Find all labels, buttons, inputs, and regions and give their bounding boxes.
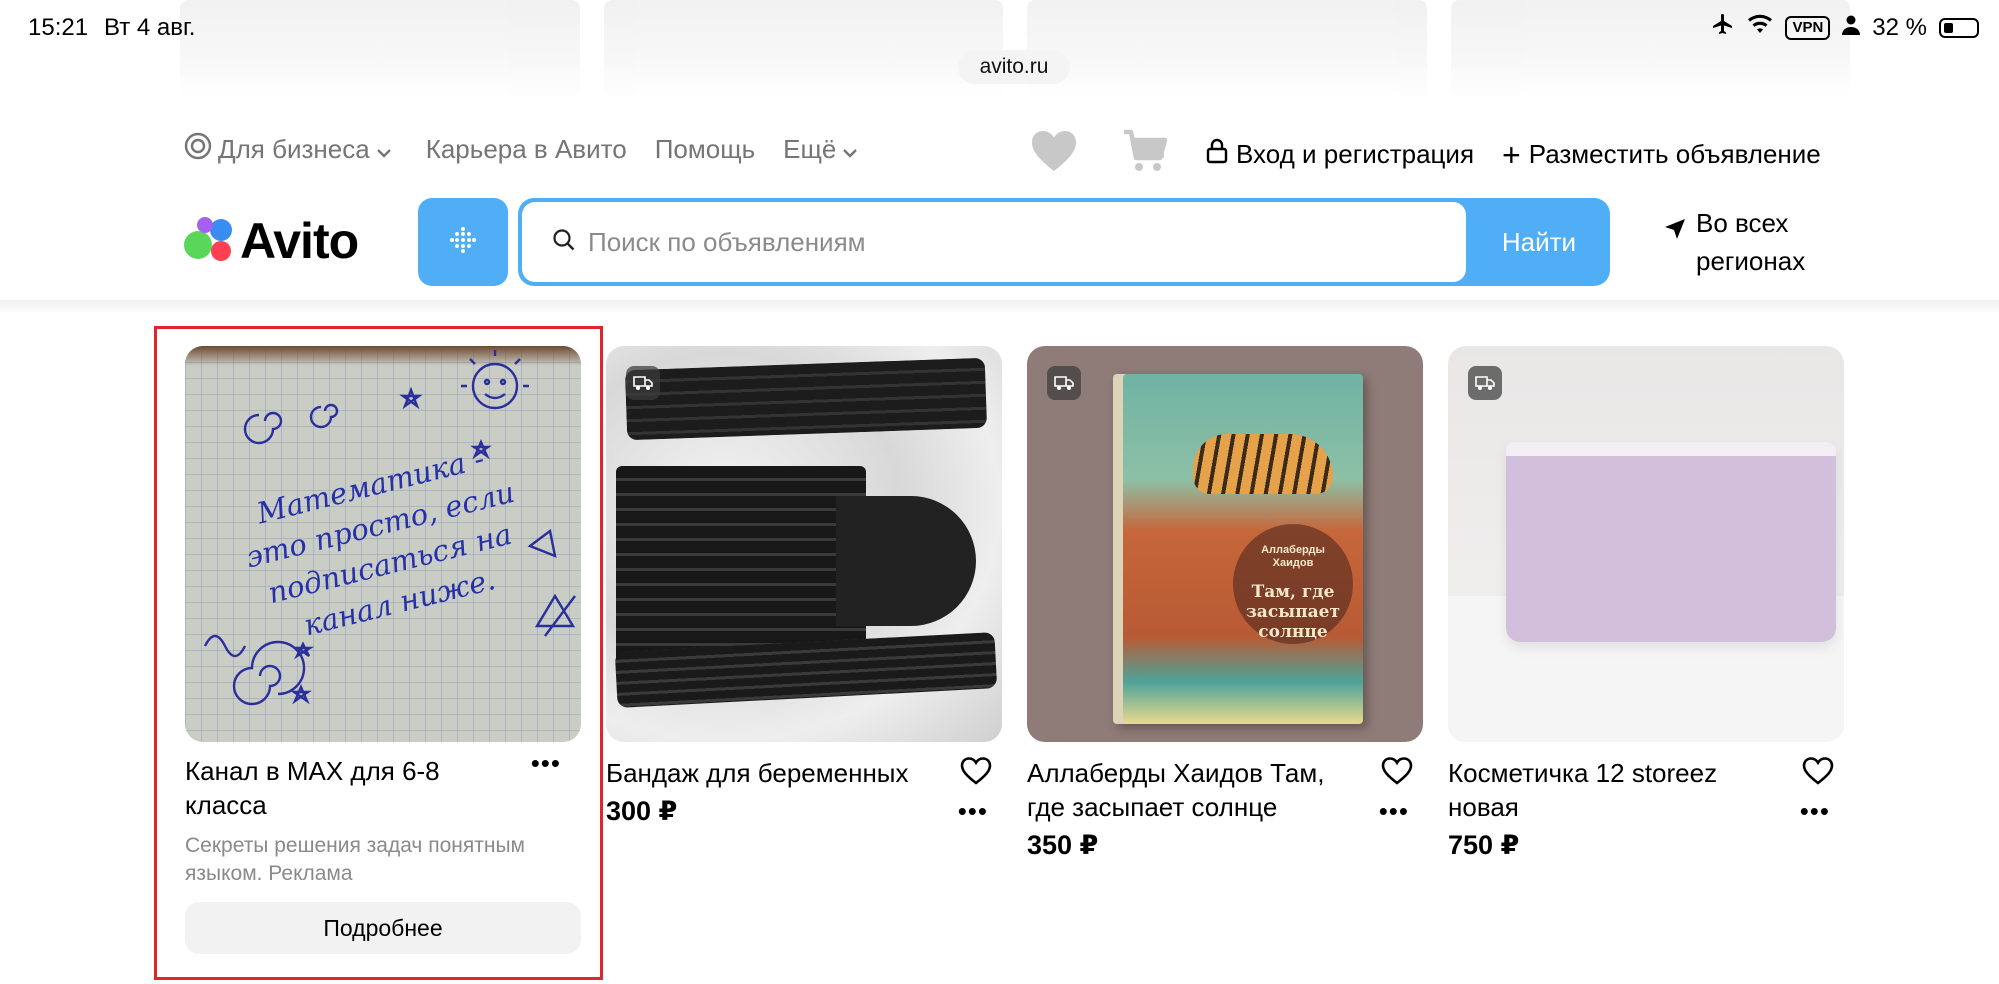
delivery-truck-icon xyxy=(1468,366,1502,400)
cosmetic-bag xyxy=(1506,442,1836,642)
grid-dots-icon xyxy=(448,225,478,260)
status-time: 15:21 xyxy=(28,14,89,41)
search-button[interactable]: Найти xyxy=(1468,198,1610,286)
search-bar: Найти xyxy=(518,198,1610,286)
delivery-truck-icon xyxy=(1047,366,1081,400)
listing-card[interactable]: Косметичка 12 storeez новая ••• 750 ₽ xyxy=(1448,346,1844,861)
more-options-icon[interactable]: ••• xyxy=(531,750,561,776)
battery-percent: 32 % xyxy=(1872,13,1927,41)
status-date: Вт 4 авг. xyxy=(104,14,196,41)
more-options-icon[interactable]: ••• xyxy=(1800,798,1830,824)
chevron-down-icon xyxy=(842,134,864,165)
delivery-truck-icon xyxy=(626,366,660,400)
cart-icon[interactable] xyxy=(1122,128,1168,181)
bandage-body xyxy=(616,466,866,666)
logo-dots-icon xyxy=(184,217,236,265)
post-ad-label: Разместить объявление xyxy=(1528,139,1821,169)
logo-text: Avito xyxy=(240,213,359,269)
lock-icon xyxy=(1206,138,1236,171)
heart-icon[interactable] xyxy=(960,756,992,791)
book-cover-author: Аллаберды Хаидов xyxy=(1261,544,1325,569)
logo-dot-purple xyxy=(197,217,213,233)
post-ad-link[interactable]: + Разместить объявление xyxy=(1502,136,1821,173)
listing-price: 350 ₽ xyxy=(1027,830,1099,860)
avito-logo[interactable]: Avito xyxy=(184,212,359,270)
book-cover-title: Там, где засыпает солнце xyxy=(1245,582,1341,642)
ad-card[interactable]: Математика - это просто, если подписатьс… xyxy=(185,346,581,954)
career-link[interactable]: Карьера в Авито xyxy=(426,134,627,165)
ad-card-title[interactable]: Канал в MAX для 6-8 класса xyxy=(185,754,515,822)
listing-card[interactable]: Бандаж для беременных ••• 300 ₽ xyxy=(606,346,1002,827)
region-line-1: Во всех xyxy=(1696,208,1789,238)
region-line-2: регионах xyxy=(1696,246,1806,276)
search-field xyxy=(522,202,1466,282)
bandage-strap-top xyxy=(624,357,988,441)
header-actions: Вход и регистрация + Разместить объявлен… xyxy=(1030,128,1821,181)
header-shadow xyxy=(0,300,1999,314)
help-link[interactable]: Помощь xyxy=(655,134,755,165)
search-input[interactable] xyxy=(588,226,1388,258)
listing-title[interactable]: Аллаберды Хаидов Там, где засыпает солнц… xyxy=(1027,756,1357,824)
listing-title[interactable]: Бандаж для беременных xyxy=(606,756,936,790)
listing-image[interactable]: Аллаберды Хаидов Там, где засыпает солнц… xyxy=(1027,346,1423,742)
ad-card-image[interactable]: Математика - это просто, если подписатьс… xyxy=(185,346,581,742)
listing-card[interactable]: Аллаберды Хаидов Там, где засыпает солнц… xyxy=(1027,346,1423,861)
ad-details-button[interactable]: Подробнее xyxy=(185,902,581,954)
plus-icon: + xyxy=(1502,136,1521,173)
chevron-down-icon xyxy=(376,134,398,165)
person-icon xyxy=(1842,14,1861,42)
login-label: Вход и регистрация xyxy=(1236,139,1475,169)
wifi-icon xyxy=(1747,13,1773,42)
location-arrow-icon xyxy=(1664,212,1686,280)
more-label: Ещё xyxy=(783,134,837,164)
favorites-heart-icon[interactable] xyxy=(1030,129,1078,180)
bag-zipper xyxy=(1506,442,1836,456)
business-menu[interactable]: Для бизнеса xyxy=(184,132,398,167)
region-selector[interactable]: Во всех регионах xyxy=(1664,204,1805,280)
business-icon xyxy=(184,132,218,167)
url-pill[interactable]: avito.ru xyxy=(958,50,1070,84)
heart-icon[interactable] xyxy=(1381,756,1413,791)
heart-icon[interactable] xyxy=(1802,756,1834,791)
listing-price: 300 ₽ xyxy=(606,796,678,826)
logo-dot-blue xyxy=(210,219,232,241)
airplane-icon xyxy=(1711,12,1735,43)
battery-icon xyxy=(1939,17,1979,38)
listing-image[interactable] xyxy=(1448,346,1844,742)
status-bar: 15:21 Вт 4 авг. VPN 32 % xyxy=(0,0,1999,56)
listing-price: 750 ₽ xyxy=(1448,830,1520,860)
login-link[interactable]: Вход и регистрация xyxy=(1206,138,1474,171)
logo-dot-red xyxy=(211,241,231,261)
bandage-velcro xyxy=(836,496,976,626)
listing-image[interactable] xyxy=(606,346,1002,742)
more-menu[interactable]: Ещё xyxy=(783,134,864,165)
tiger-illustration xyxy=(1193,434,1333,494)
more-options-icon[interactable]: ••• xyxy=(1379,798,1409,824)
logo-dot-green xyxy=(184,231,212,259)
listing-title[interactable]: Косметичка 12 storeez новая xyxy=(1448,756,1778,824)
search-icon xyxy=(552,228,576,257)
business-label: Для бизнеса xyxy=(218,134,370,164)
book-cover: Аллаберды Хаидов Там, где засыпает солнц… xyxy=(1113,374,1363,724)
ad-card-subtitle: Секреты решения задач понятным языком. Р… xyxy=(185,834,525,885)
top-nav: Для бизнеса Карьера в Авито Помощь Ещё xyxy=(184,132,892,167)
categories-button[interactable] xyxy=(418,198,508,286)
more-options-icon[interactable]: ••• xyxy=(958,798,988,824)
vpn-badge: VPN xyxy=(1785,15,1831,40)
